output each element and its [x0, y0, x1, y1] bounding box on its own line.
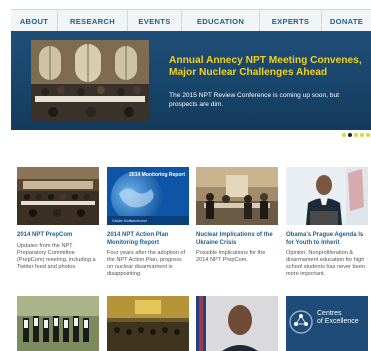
story-image-monitoring-report[interactable]: 2014 Monitoring Report Gaidar Multisturi…: [107, 167, 189, 225]
nav-donate[interactable]: DONATE: [322, 10, 371, 32]
nav-about[interactable]: ABOUT: [11, 10, 58, 32]
story-desc: Possible implications for the 2014 NPT P…: [196, 250, 266, 264]
centres-label-line2: of Excellence: [317, 318, 359, 325]
centres-of-excellence-tile[interactable]: Centres of Excellence: [286, 296, 368, 351]
story-card: Nuclear Implications of the Ukraine Cris…: [196, 167, 278, 264]
story-desc: Four years after the adoption of the NPT…: [107, 250, 186, 278]
nav-events[interactable]: EVENTS: [128, 10, 182, 32]
story-title[interactable]: Obama's Prague Agenda Is for Youth to In…: [286, 232, 368, 247]
story-title[interactable]: 2014 NPT Action Plan Monitoring Report: [107, 232, 189, 247]
story-desc: Opinion: Nonproliferation & disarmament …: [286, 250, 365, 278]
centres-label-line1: Centres: [317, 310, 342, 317]
slider-dot-4[interactable]: [360, 133, 364, 137]
story-desc: Updates from the NPT Preparatory Committ…: [17, 242, 96, 270]
hero-banner[interactable]: Annual Annecy NPT Meeting Convenes, Majo…: [11, 31, 371, 130]
story-title[interactable]: 2014 NPT PrepCom: [17, 232, 99, 240]
story-image-obama-portrait[interactable]: [196, 296, 278, 351]
report-cover-caption: Gaidar Multisturikuner: [112, 219, 148, 223]
story-card: 2014 Monitoring Report Gaidar Multisturi…: [107, 167, 189, 278]
story-image-obama-prague[interactable]: [286, 167, 368, 225]
story-image-prepcom[interactable]: [17, 167, 99, 225]
story-image-ukraine[interactable]: [196, 167, 278, 225]
slider-dot-3[interactable]: [354, 133, 358, 137]
hero-subtitle: The 2015 NPT Review Conference is coming…: [169, 92, 339, 108]
report-cover-title: 2014 Monitoring Report: [129, 172, 185, 178]
slider-dot-5[interactable]: [366, 133, 370, 137]
story-image-assembly-hall[interactable]: [107, 296, 189, 351]
story-card: Obama's Prague Agenda Is for Youth to In…: [286, 167, 368, 278]
nav-education[interactable]: EDUCATION: [182, 10, 260, 32]
hero-title[interactable]: Annual Annecy NPT Meeting Convenes, Majo…: [169, 55, 369, 79]
slider-dots: [342, 133, 370, 137]
story-image-students[interactable]: [17, 296, 99, 351]
slider-dot-2[interactable]: [348, 133, 352, 137]
story-title[interactable]: Nuclear Implications of the Ukraine Cris…: [196, 232, 278, 247]
story-card: 2014 NPT PrepCom Updates from the NPT Pr…: [17, 167, 99, 271]
nav-experts[interactable]: EXPERTS: [260, 10, 322, 32]
hero-photo[interactable]: [31, 40, 149, 122]
slider-dot-1[interactable]: [342, 133, 346, 137]
nav-research[interactable]: RESEARCH: [58, 10, 128, 32]
main-nav: ABOUT RESEARCH EVENTS EDUCATION EXPERTS …: [11, 9, 371, 33]
